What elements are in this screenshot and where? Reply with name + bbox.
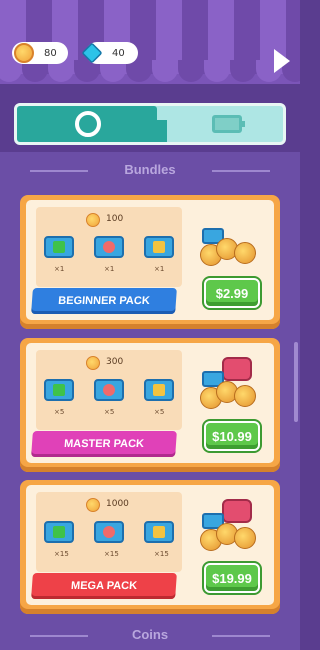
booster-qty: ×1 <box>104 265 115 273</box>
bundles-title-text: Bundles <box>124 162 176 177</box>
booster-helicopter-icon <box>94 236 124 258</box>
title-divider-right <box>212 635 270 637</box>
coin-balance[interactable]: 80 <box>12 42 68 64</box>
bundle-name-label: BEGINNER PACK <box>31 288 177 314</box>
booster-qty: ×15 <box>154 550 169 558</box>
bundle-reward-art-icon <box>198 357 262 409</box>
next-arrow-icon[interactable] <box>274 49 290 73</box>
bundle-card-inner: 300 ×5 ×5 ×5 MASTER PACK $10.99 <box>26 343 274 463</box>
gem-balance[interactable]: 40 <box>81 42 138 64</box>
title-divider-left <box>30 170 88 172</box>
booster-qty: ×5 <box>104 408 115 416</box>
booster-qty: ×15 <box>104 550 119 558</box>
circle-icon <box>75 111 101 137</box>
tab-energy[interactable] <box>167 106 283 142</box>
bundle-card-inner: 1000 ×15 ×15 ×15 MEGA PACK $19.99 <box>26 485 274 605</box>
scrollbar[interactable] <box>294 342 298 422</box>
title-divider-right <box>212 170 270 172</box>
bundle-card-mega: 1000 ×15 ×15 ×15 MEGA PACK $19.99 <box>20 480 280 614</box>
coin-icon <box>86 213 100 227</box>
bundle-card-beginner: 100 ×1 ×1 ×1 BEGINNER PACK $2.99 <box>20 195 280 329</box>
buy-button[interactable]: $2.99 <box>204 278 260 308</box>
shop-panel: Bundles 100 ×1 ×1 ×1 BEGINNER PACK $2.99 <box>0 152 300 650</box>
bundle-card-master: 300 ×5 ×5 ×5 MASTER PACK $10.99 <box>20 338 280 472</box>
title-divider-left <box>30 635 88 637</box>
coin-icon <box>14 43 34 63</box>
bundle-name-label: MEGA PACK <box>31 573 177 599</box>
gem-balance-value: 40 <box>112 47 125 59</box>
bundle-card-inner: 100 ×1 ×1 ×1 BEGINNER PACK $2.99 <box>26 200 274 320</box>
booster-hammer-icon <box>144 379 174 401</box>
shop-tab-bar <box>14 103 286 145</box>
booster-qty: ×5 <box>54 408 65 416</box>
coin-icon <box>86 356 100 370</box>
coin-icon <box>86 498 100 512</box>
bundle-name-label: MASTER PACK <box>31 431 177 457</box>
bundle-coin-amount: 300 <box>106 357 124 367</box>
booster-shuffle-icon <box>44 379 74 401</box>
bundles-section-title: Bundles <box>0 162 300 177</box>
coins-title-text: Coins <box>131 627 169 642</box>
booster-qty: ×1 <box>154 265 165 273</box>
bundle-reward-art-icon <box>198 499 262 551</box>
bundle-contents: 300 ×5 ×5 ×5 <box>36 350 182 430</box>
bundle-contents: 100 ×1 ×1 ×1 <box>36 207 182 287</box>
coin-balance-value: 80 <box>44 47 57 59</box>
booster-helicopter-icon <box>94 379 124 401</box>
buy-button[interactable]: $10.99 <box>204 421 260 451</box>
booster-hammer-icon <box>144 236 174 258</box>
bundle-coin-amount: 100 <box>106 214 124 224</box>
booster-shuffle-icon <box>44 236 74 258</box>
booster-qty: ×5 <box>154 408 165 416</box>
bundle-reward-art-icon <box>198 214 262 266</box>
battery-bolt-icon <box>212 115 245 133</box>
bundle-coin-amount: 1000 <box>106 499 129 509</box>
booster-qty: ×1 <box>54 265 65 273</box>
booster-helicopter-icon <box>94 521 124 543</box>
booster-qty: ×15 <box>54 550 69 558</box>
buy-button[interactable]: $19.99 <box>204 563 260 593</box>
booster-shuffle-icon <box>44 521 74 543</box>
coins-section-title: Coins <box>0 627 300 642</box>
tab-shop[interactable] <box>17 106 167 142</box>
bundle-contents: 1000 ×15 ×15 ×15 <box>36 492 182 572</box>
booster-hammer-icon <box>144 521 174 543</box>
